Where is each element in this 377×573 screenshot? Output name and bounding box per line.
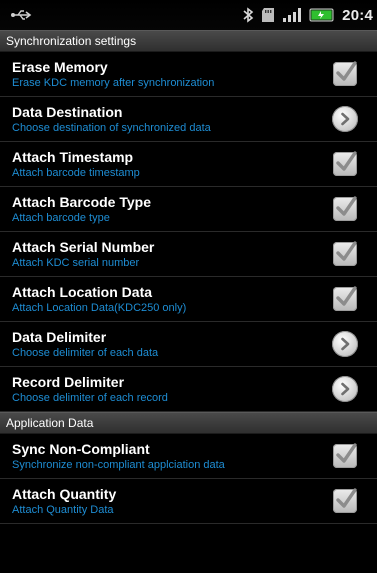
chevron-right-icon <box>341 382 350 396</box>
setting-text: Erase Memory Erase KDC memory after sync… <box>12 59 214 90</box>
checkmark-icon <box>336 196 357 216</box>
battery-icon <box>309 7 335 23</box>
chevron-right-icon <box>341 337 350 351</box>
section-header-application-data: Application Data <box>0 412 377 434</box>
settings-list-application-data: Sync Non-Compliant Synchronize non-compl… <box>0 434 377 524</box>
chevron-right-icon <box>341 112 350 126</box>
setting-attach-serial-number[interactable]: Attach Serial Number Attach KDC serial n… <box>0 232 377 277</box>
attach-quantity-checkbox[interactable] <box>333 488 357 513</box>
setting-attach-quantity[interactable]: Attach Quantity Attach Quantity Data <box>0 479 377 524</box>
setting-title: Erase Memory <box>12 58 108 75</box>
setting-data-delimiter[interactable]: Data Delimiter Choose delimiter of each … <box>0 322 377 367</box>
setting-title: Attach Location Data <box>12 283 153 300</box>
checkmark-icon <box>336 151 357 171</box>
setting-summary: Attach barcode type <box>12 211 110 224</box>
setting-summary: Synchronize non-compliant applciation da… <box>12 458 225 471</box>
checkmark-icon <box>336 61 357 81</box>
setting-summary: Attach Quantity Data <box>12 503 114 516</box>
data-delimiter-arrow-button[interactable] <box>332 331 358 357</box>
setting-text: Attach Timestamp Attach barcode timestam… <box>12 149 140 180</box>
setting-summary: Erase KDC memory after synchronization <box>12 76 215 89</box>
setting-text: Sync Non-Compliant Synchronize non-compl… <box>12 441 225 472</box>
data-destination-arrow-button[interactable] <box>332 106 358 132</box>
status-left <box>10 8 32 22</box>
setting-text: Attach Serial Number Attach KDC serial n… <box>12 239 154 270</box>
attach-location-data-checkbox[interactable] <box>333 286 357 311</box>
section-header-synchronization: Synchronization settings <box>0 30 377 52</box>
usb-debug-icon <box>10 8 32 22</box>
sd-card-icon <box>261 7 275 23</box>
setting-title: Attach Timestamp <box>12 148 134 165</box>
checkmark-icon <box>336 443 357 463</box>
settings-list-synchronization: Erase Memory Erase KDC memory after sync… <box>0 52 377 412</box>
setting-summary: Attach KDC serial number <box>12 256 140 269</box>
setting-text: Data Destination Choose destination of s… <box>12 104 211 135</box>
attach-timestamp-checkbox[interactable] <box>333 151 357 176</box>
setting-text: Record Delimiter Choose delimiter of eac… <box>12 374 168 405</box>
setting-attach-barcode-type[interactable]: Attach Barcode Type Attach barcode type <box>0 187 377 232</box>
setting-title: Attach Quantity <box>12 485 117 502</box>
setting-data-destination[interactable]: Data Destination Choose destination of s… <box>0 97 377 142</box>
setting-title: Sync Non-Compliant <box>12 440 150 457</box>
setting-text: Attach Location Data Attach Location Dat… <box>12 284 186 315</box>
setting-text: Attach Quantity Attach Quantity Data <box>12 486 116 517</box>
setting-title: Data Delimiter <box>12 328 107 345</box>
setting-attach-timestamp[interactable]: Attach Timestamp Attach barcode timestam… <box>0 142 377 187</box>
signal-icon <box>282 7 302 23</box>
attach-serial-number-checkbox[interactable] <box>333 241 357 266</box>
checkmark-icon <box>336 488 357 508</box>
setting-title: Data Destination <box>12 103 123 120</box>
setting-summary: Choose destination of synchronized data <box>12 121 211 134</box>
setting-summary: Attach barcode timestamp <box>12 166 140 179</box>
setting-record-delimiter[interactable]: Record Delimiter Choose delimiter of eac… <box>0 367 377 412</box>
setting-attach-location-data[interactable]: Attach Location Data Attach Location Dat… <box>0 277 377 322</box>
checkmark-icon <box>336 241 357 261</box>
setting-text: Attach Barcode Type Attach barcode type <box>12 194 151 225</box>
setting-summary: Choose delimiter of each data <box>12 346 159 359</box>
setting-summary: Choose delimiter of each record <box>12 391 168 404</box>
sync-non-compliant-checkbox[interactable] <box>333 443 357 468</box>
setting-text: Data Delimiter Choose delimiter of each … <box>12 329 158 360</box>
checkmark-icon <box>336 286 357 306</box>
setting-title: Record Delimiter <box>12 373 125 390</box>
setting-title: Attach Barcode Type <box>12 193 151 210</box>
erase-memory-checkbox[interactable] <box>333 61 357 86</box>
setting-title: Attach Serial Number <box>12 238 155 255</box>
setting-erase-memory[interactable]: Erase Memory Erase KDC memory after sync… <box>0 52 377 97</box>
status-bar: 20:4 <box>0 0 377 30</box>
setting-summary: Attach Location Data(KDC250 only) <box>12 301 187 314</box>
status-right: 20:4 <box>242 7 373 24</box>
setting-sync-non-compliant[interactable]: Sync Non-Compliant Synchronize non-compl… <box>0 434 377 479</box>
attach-barcode-type-checkbox[interactable] <box>333 196 357 221</box>
bluetooth-icon <box>242 7 254 23</box>
record-delimiter-arrow-button[interactable] <box>332 376 358 402</box>
clock-time: 20:4 <box>342 6 373 24</box>
